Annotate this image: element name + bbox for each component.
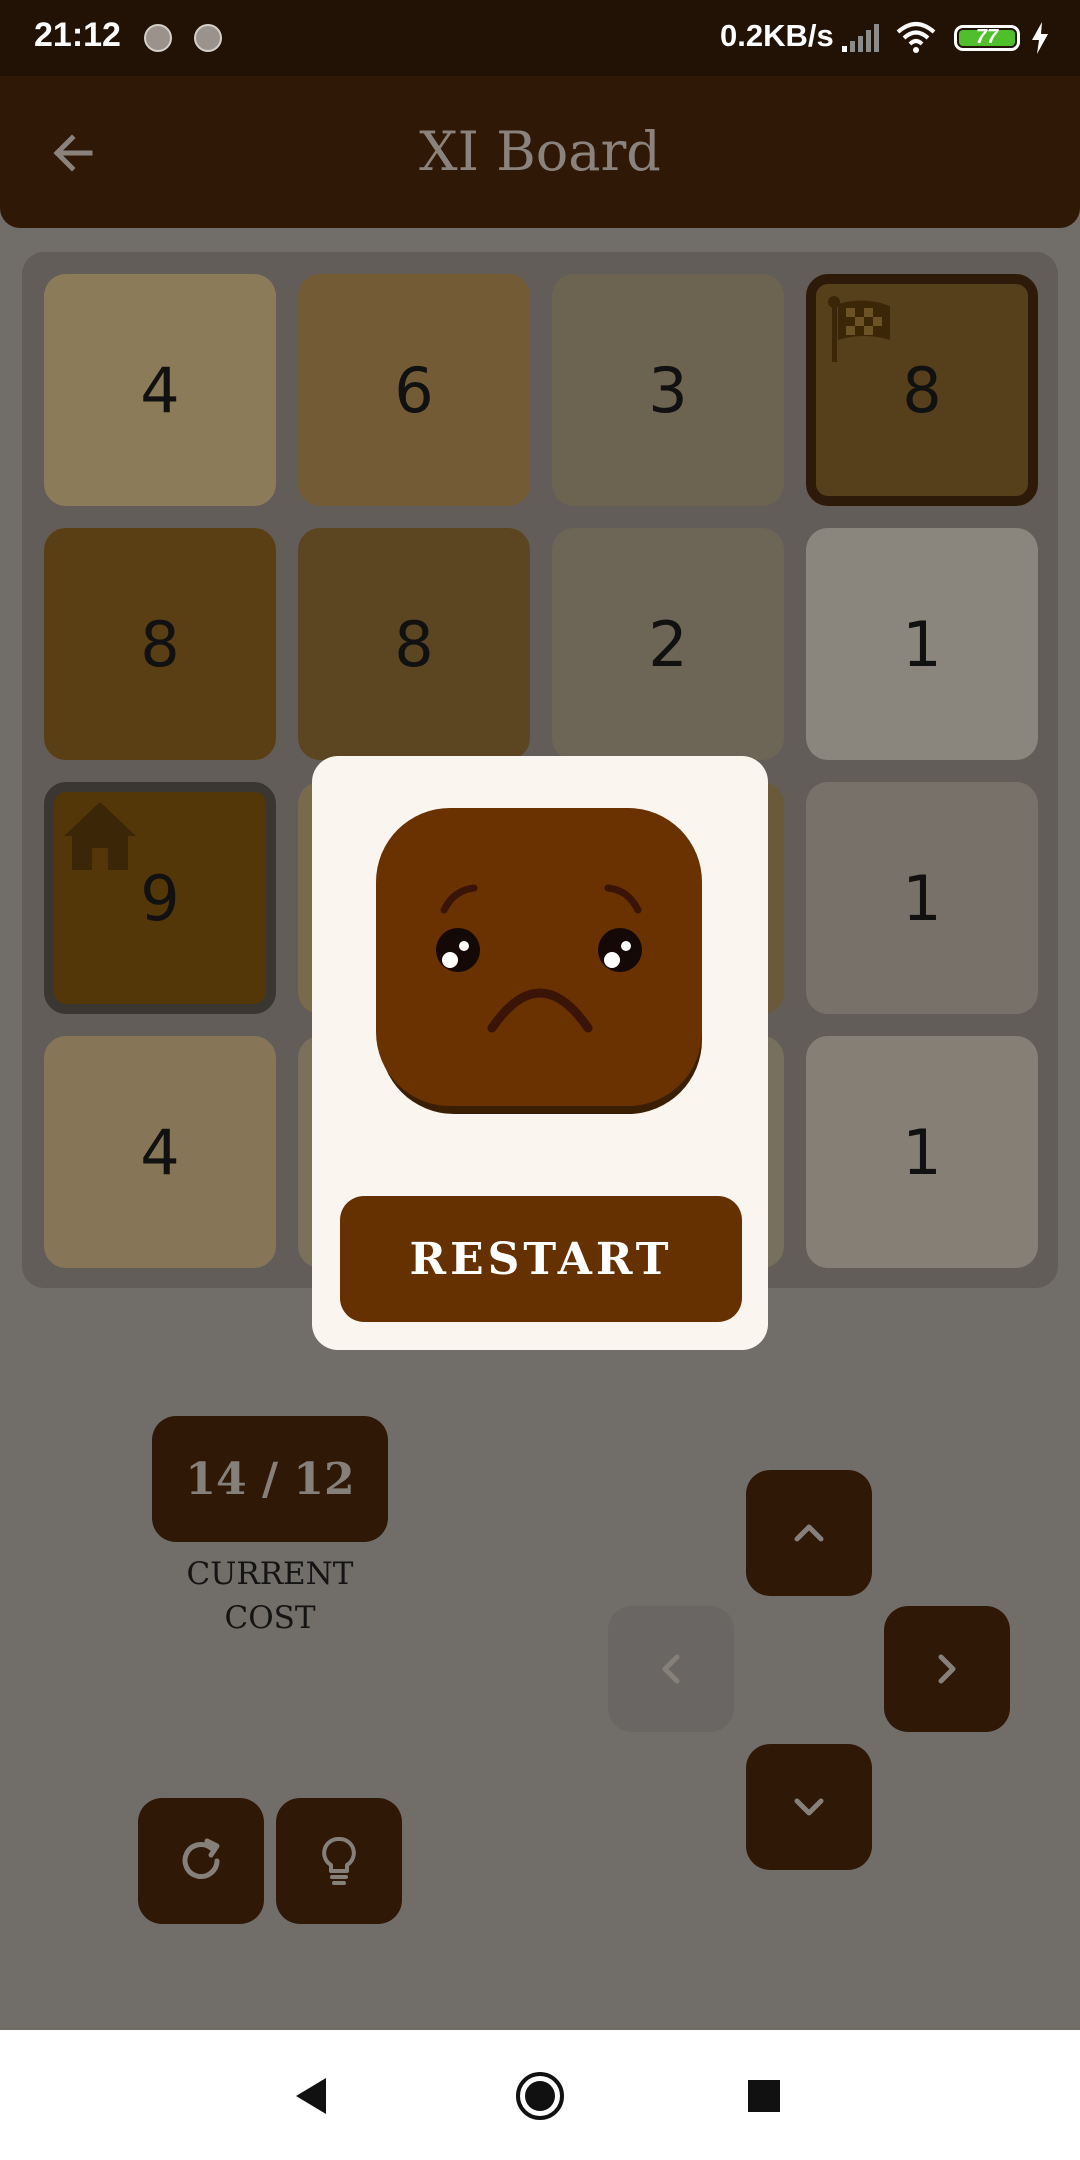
checkered-flag-icon [828, 296, 890, 362]
board-cell[interactable]: 6 [298, 274, 530, 506]
charging-icon [1032, 22, 1048, 54]
cell-value: 8 [140, 607, 180, 681]
hint-button[interactable] [276, 1798, 402, 1924]
cost-label-line1: CURRENT [186, 1556, 354, 1592]
move-down-button[interactable] [746, 1744, 872, 1870]
page-title: XI Board [419, 120, 661, 183]
chevron-left-icon [662, 1654, 680, 1684]
board-cell[interactable]: 4 [44, 274, 276, 506]
battery-icon: 77 [954, 25, 1020, 51]
cell-value: 8 [902, 353, 942, 427]
restart-button[interactable]: RESTART [340, 1196, 742, 1322]
board-cell[interactable]: 4 [44, 1036, 276, 1268]
notification-icon [144, 24, 172, 52]
network-rate: 0.2KB/s [720, 18, 834, 53]
circle-home-icon[interactable] [514, 2070, 566, 2122]
cell-value: 4 [140, 353, 180, 427]
triangle-back-icon[interactable] [292, 2076, 330, 2116]
square-recents-icon[interactable] [746, 2078, 782, 2114]
sad-face-icon [376, 808, 702, 1114]
current-cost-label: CURRENT COST [150, 1552, 390, 1640]
board-cell[interactable]: 1 [806, 782, 1038, 1014]
wifi-icon [896, 22, 936, 53]
cell-value: 1 [902, 1115, 942, 1189]
battery-level: 77 [975, 26, 999, 48]
cell-value: 9 [140, 861, 180, 935]
cell-value: 2 [648, 607, 688, 681]
cell-value: 1 [902, 607, 942, 681]
cell-value: 6 [394, 353, 434, 427]
move-up-button[interactable] [746, 1470, 872, 1596]
start-cell[interactable]: 9 [44, 782, 276, 1014]
board-cell[interactable]: 8 [298, 528, 530, 760]
move-right-button[interactable] [884, 1606, 1010, 1732]
home-icon [64, 802, 136, 870]
status-time: 21:12 [34, 16, 121, 54]
current-cost-value: 14 / 12 [152, 1416, 388, 1542]
signal-icon [842, 24, 879, 52]
cell-value: 4 [140, 1115, 180, 1189]
lightbulb-icon [322, 1837, 356, 1885]
cell-value: 3 [648, 353, 688, 427]
game-over-dialog: RESTART [312, 756, 768, 1350]
app-bar: XI Board [0, 76, 1080, 228]
board-cell[interactable]: 1 [806, 1036, 1038, 1268]
reset-button[interactable] [138, 1798, 264, 1924]
chevron-right-icon [938, 1654, 956, 1684]
chevron-up-icon [794, 1524, 824, 1542]
chevron-down-icon [794, 1798, 824, 1816]
status-bar: 21:12 0.2KB/s 77 [0, 0, 1080, 76]
cell-value: 1 [902, 861, 942, 935]
cost-label-line2: COST [224, 1600, 316, 1636]
system-nav-bar [0, 2030, 1080, 2160]
board-cell[interactable]: 2 [552, 528, 784, 760]
refresh-icon [182, 1838, 220, 1879]
move-left-button[interactable] [608, 1606, 734, 1732]
notification-icon [194, 24, 222, 52]
board-cell[interactable]: 8 [44, 528, 276, 760]
cell-value: 8 [394, 607, 434, 681]
board-cell[interactable]: 1 [806, 528, 1038, 760]
board-cell[interactable]: 3 [552, 274, 784, 506]
goal-cell[interactable]: 8 [806, 274, 1038, 506]
